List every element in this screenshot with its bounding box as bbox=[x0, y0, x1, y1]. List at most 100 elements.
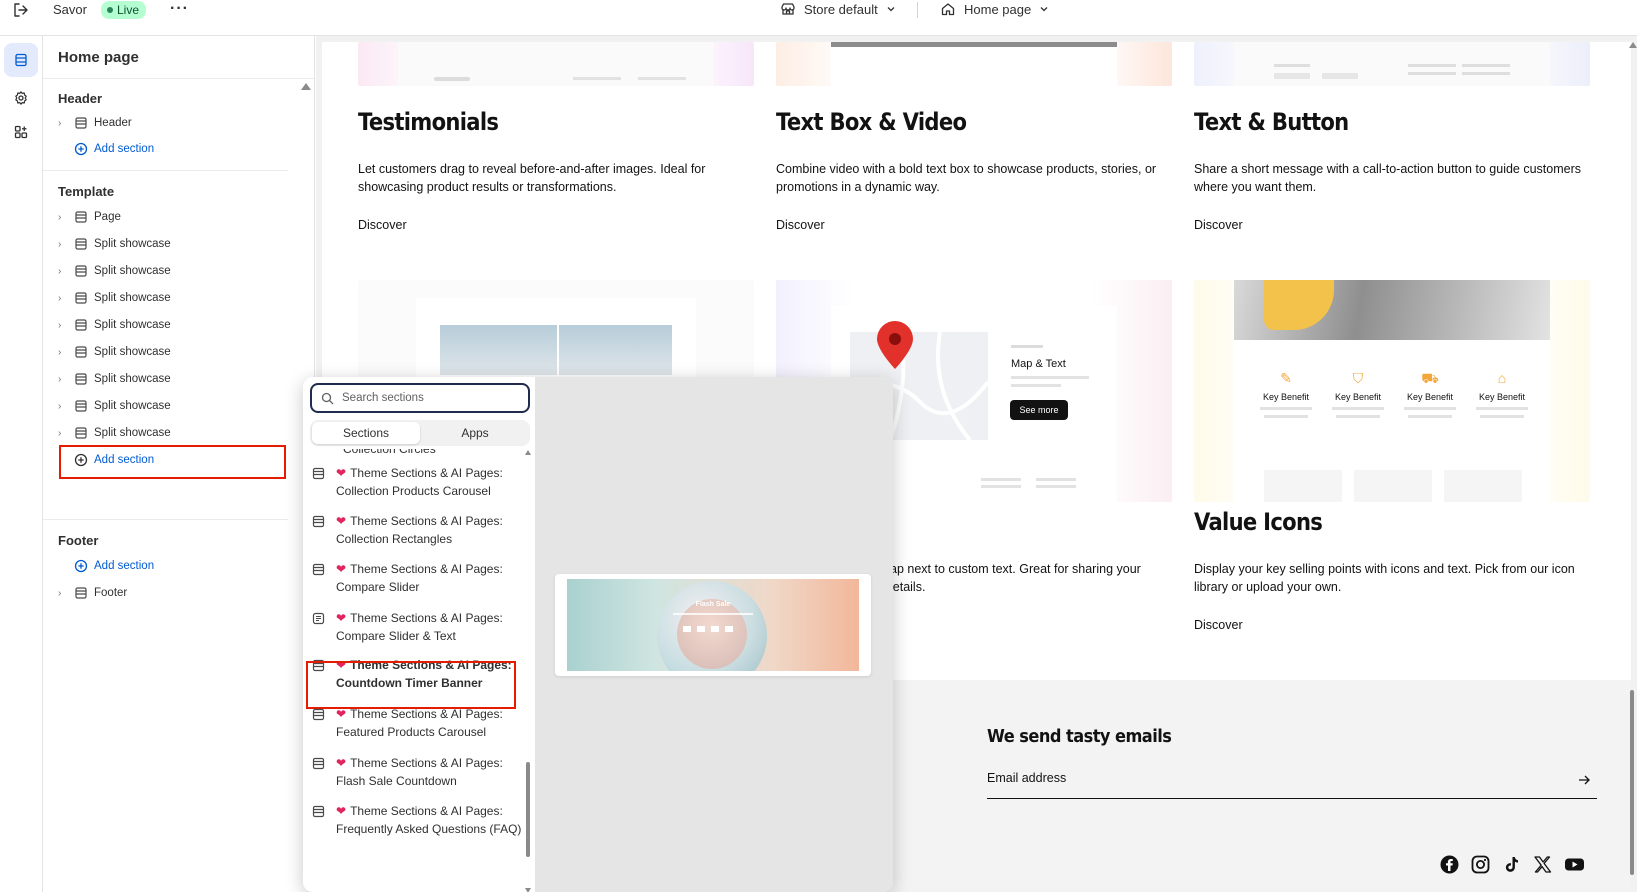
section-icon bbox=[75, 400, 87, 412]
chevron-right-icon[interactable]: › bbox=[58, 428, 68, 439]
arrow-right-icon[interactable] bbox=[1577, 773, 1591, 787]
section-icon bbox=[75, 427, 87, 439]
testimonials-thumbnail bbox=[358, 42, 754, 86]
section-icon bbox=[75, 292, 87, 304]
sidebar-item-split-showcase[interactable]: › Split showcase bbox=[58, 233, 171, 255]
live-label: Live bbox=[117, 3, 140, 17]
chevron-right-icon[interactable]: › bbox=[58, 347, 68, 358]
chevron-right-icon[interactable]: › bbox=[58, 588, 68, 599]
option-prefix: Theme Sections & AI Pages: bbox=[350, 466, 503, 480]
sidebar-item-label: Split showcase bbox=[94, 265, 171, 277]
scroll-down-arrow-icon[interactable] bbox=[525, 888, 531, 892]
tab-apps[interactable]: Apps bbox=[422, 422, 528, 444]
picker-tabs: Sections Apps bbox=[310, 420, 530, 446]
sidebar-item-split-showcase[interactable]: › Split showcase bbox=[58, 368, 171, 390]
chevron-right-icon[interactable]: › bbox=[58, 118, 68, 129]
add-section-header-button[interactable]: Add section bbox=[74, 138, 154, 160]
chevron-right-icon[interactable]: › bbox=[58, 320, 68, 331]
sections-nav-button[interactable] bbox=[4, 43, 38, 77]
section-option[interactable]: ❤ Theme Sections & AI Pages: Compare Slide… bbox=[312, 610, 526, 645]
see-more-button[interactable]: See more bbox=[1010, 400, 1068, 420]
divider bbox=[43, 519, 288, 520]
chevron-right-icon[interactable]: › bbox=[58, 212, 68, 223]
sidebar-item-footer[interactable]: › Footer bbox=[58, 582, 127, 604]
discover-link[interactable]: Discover bbox=[1194, 218, 1243, 232]
page-selector[interactable]: Home page bbox=[940, 1, 1049, 17]
sidebar-item-split-showcase[interactable]: › Split showcase bbox=[58, 395, 171, 417]
email-input[interactable]: Email address bbox=[987, 771, 1597, 799]
page-title: Home page bbox=[58, 49, 139, 66]
gift-icon: ⌂ bbox=[1497, 370, 1507, 386]
sidebar-item-label: Split showcase bbox=[94, 292, 171, 304]
live-dot-icon bbox=[107, 7, 113, 13]
chevron-right-icon[interactable]: › bbox=[58, 239, 68, 250]
heart-icon: ❤ bbox=[336, 804, 347, 818]
scroll-up-arrow-icon[interactable] bbox=[525, 450, 531, 455]
section-option[interactable]: ❤ Theme Sections & AI Pages: Frequently As… bbox=[312, 803, 526, 838]
discover-link[interactable]: Discover bbox=[358, 218, 407, 232]
sidebar-item-page[interactable]: › Page bbox=[58, 206, 121, 228]
footer-group-title: Footer bbox=[58, 533, 99, 548]
sidebar-item-split-showcase[interactable]: › Split showcase bbox=[58, 341, 171, 363]
sidebar-item-header[interactable]: › Header bbox=[58, 112, 132, 134]
apps-nav-button[interactable] bbox=[4, 115, 38, 149]
email-placeholder: Email address bbox=[987, 771, 1067, 785]
settings-nav-button[interactable] bbox=[4, 81, 38, 115]
section-icon bbox=[75, 346, 87, 358]
chevron-right-icon[interactable]: › bbox=[58, 374, 68, 385]
countdown-boxes bbox=[683, 626, 733, 632]
more-actions-button[interactable]: ··· bbox=[170, 0, 189, 18]
section-icon bbox=[75, 211, 87, 223]
newsletter-title: We send tasty emails bbox=[987, 726, 1172, 747]
add-section-footer-button[interactable]: Add section bbox=[74, 555, 154, 577]
sidebar-item-label: Split showcase bbox=[94, 238, 171, 250]
chevron-right-icon[interactable]: › bbox=[58, 266, 68, 277]
section-option[interactable]: ❤ Theme Sections & AI Pages: Collection Re… bbox=[312, 513, 526, 548]
section-picker: Search sections Sections Apps Collection… bbox=[303, 377, 893, 892]
discover-link[interactable]: Discover bbox=[776, 218, 825, 232]
chevron-down-icon bbox=[1040, 7, 1048, 12]
section-option[interactable]: ❤ Theme Sections & AI Pages: Featured Prod… bbox=[312, 706, 526, 741]
option-name: Collection Rectangles bbox=[336, 531, 453, 546]
x-twitter-icon[interactable] bbox=[1533, 855, 1552, 874]
preview-scrollbar[interactable] bbox=[1629, 42, 1637, 892]
sidebar-item-label: Split showcase bbox=[94, 427, 171, 439]
textbox-video-thumbnail bbox=[776, 42, 1172, 86]
scroll-thumb[interactable] bbox=[1630, 690, 1634, 875]
sidebar-item-split-showcase[interactable]: › Split showcase bbox=[58, 260, 171, 282]
discover-link[interactable]: Discover bbox=[1194, 618, 1243, 632]
section-option[interactable]: ❤ Theme Sections & AI Pages: Compare Slide… bbox=[312, 561, 526, 596]
benefit-label: Key Benefit bbox=[1406, 392, 1454, 402]
scroll-thumb[interactable] bbox=[526, 762, 530, 857]
sidebar-item-split-showcase[interactable]: › Split showcase bbox=[58, 287, 171, 309]
tiktok-icon[interactable] bbox=[1502, 855, 1521, 874]
sidebar-item-split-showcase[interactable]: › Split showcase bbox=[58, 314, 171, 336]
sidebar-item-label: Page bbox=[94, 211, 121, 223]
text-button-thumbnail bbox=[1194, 42, 1590, 86]
search-placeholder: Search sections bbox=[342, 392, 424, 404]
card-description: Display your key selling points with ico… bbox=[1194, 562, 1575, 594]
facebook-icon[interactable] bbox=[1440, 855, 1459, 874]
sidebar-item-split-showcase[interactable]: › Split showcase bbox=[58, 422, 171, 444]
section-icon bbox=[312, 757, 325, 770]
search-input[interactable]: Search sections bbox=[310, 383, 530, 413]
youtube-icon[interactable] bbox=[1564, 855, 1585, 874]
section-option-text: ❤ Theme Sections & AI Pages: Collection Re… bbox=[336, 513, 503, 548]
tab-sections[interactable]: Sections bbox=[312, 422, 420, 444]
live-badge: Live bbox=[101, 1, 147, 19]
section-option[interactable]: ❤ Theme Sections & AI Pages: Flash Sale Co… bbox=[312, 755, 526, 790]
scroll-up-arrow-icon[interactable] bbox=[1629, 42, 1637, 48]
instagram-icon[interactable] bbox=[1471, 855, 1490, 874]
section-icon bbox=[75, 238, 87, 250]
chevron-right-icon[interactable]: › bbox=[58, 401, 68, 412]
description-fragment: ap next to custom text. Great for sharin… bbox=[890, 562, 1141, 576]
store-selector[interactable]: Store default bbox=[780, 1, 896, 17]
chevron-right-icon[interactable]: › bbox=[58, 293, 68, 304]
exit-icon[interactable] bbox=[12, 1, 30, 19]
section-option-text: ❤ Theme Sections & AI Pages: Compare Slide… bbox=[336, 610, 503, 645]
section-icon bbox=[75, 319, 87, 331]
plus-circle-icon bbox=[74, 142, 88, 156]
section-option[interactable]: ❤ Theme Sections & AI Pages: Collection Pr… bbox=[312, 465, 526, 500]
scroll-up-arrow-icon[interactable] bbox=[301, 83, 311, 90]
apps-icon bbox=[14, 125, 28, 139]
